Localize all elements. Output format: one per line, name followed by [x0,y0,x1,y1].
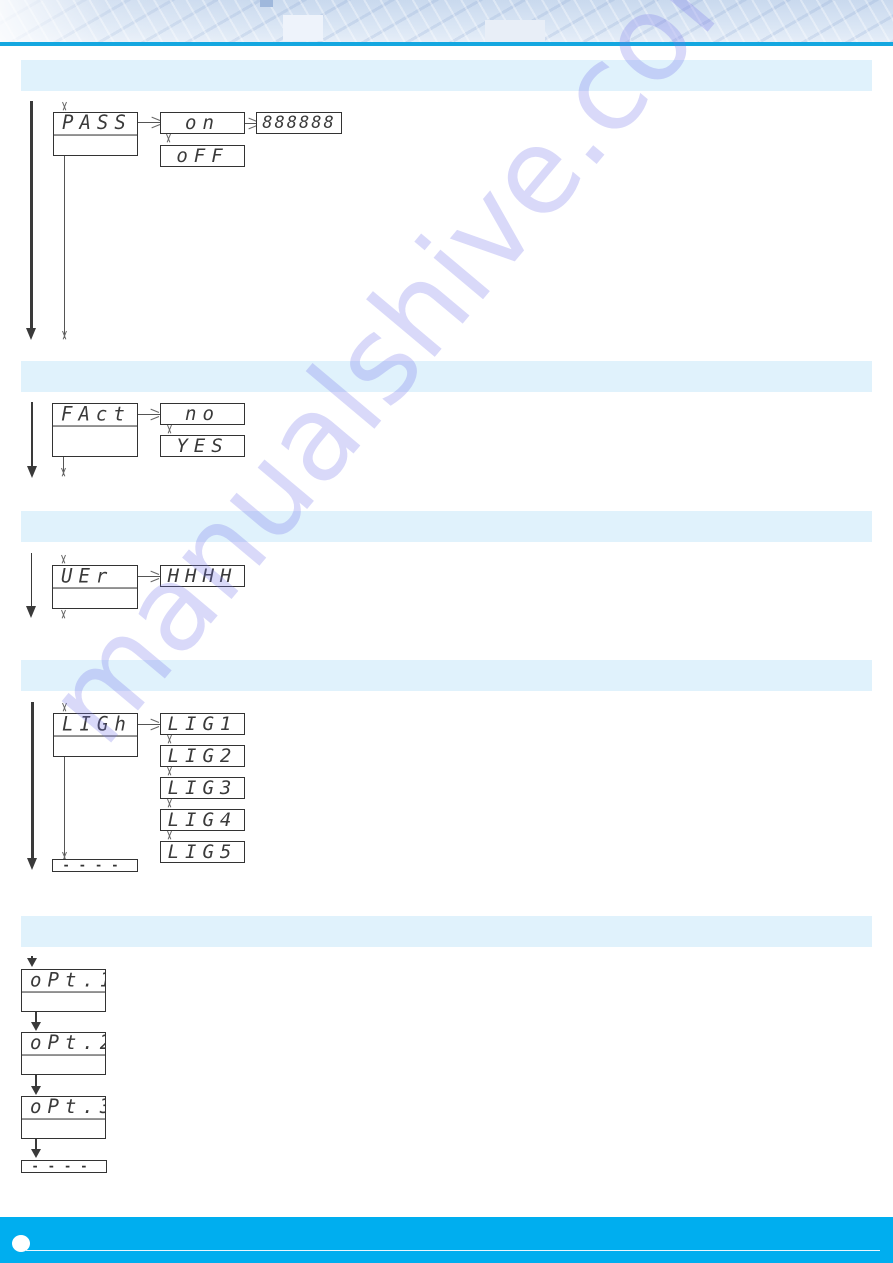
menu-box-light: LIGh [53,713,138,757]
end-marker-light: ---- [52,859,138,872]
password-value-display: 888888 [256,112,342,134]
section-header-password [21,60,872,91]
option-arrow-icon [166,831,173,839]
end-marker-options: ---- [21,1160,107,1173]
header-banner-image [0,0,893,43]
option-lig2: LIG2 [160,745,245,767]
menu-box-option-1: oPt.1 [21,969,106,1012]
branch-arrow-icon [151,573,159,580]
main-flow-line [30,101,33,329]
option-on: on [160,112,245,134]
main-flow-arrow-icon [26,606,36,618]
display-option-2: oPt.2 [22,1032,105,1056]
option-lig1: LIG1 [160,713,245,735]
footer-bar [0,1217,893,1263]
option-arrow-icon [166,735,173,743]
next-arrow-icon [61,331,68,339]
main-flow-line [31,553,32,611]
section-header-factory [21,361,872,392]
display-factory: FAct [53,403,137,427]
display-password: PASS [54,112,137,136]
section-header-options [21,916,872,947]
branch-arrow-icon [151,411,159,418]
menu-box-factory: FAct [52,403,138,457]
entry-arrow-icon [60,555,67,563]
option-off: oFF [160,145,245,167]
header-rule [0,42,893,46]
branch-arrow-icon [151,721,159,728]
menu-box-option-2: oPt.2 [21,1032,106,1075]
option-arrow-icon [31,1086,41,1095]
option-lig3: LIG3 [160,777,245,799]
next-arrow-icon [60,468,67,476]
entry-arrow-icon [61,703,68,711]
option-arrow-icon [166,767,173,775]
section-header-light [21,660,872,691]
option-arrow-icon [166,799,173,807]
menu-box-version: UEr [52,565,138,609]
entry-arrow-icon [61,102,68,110]
main-flow-arrow-icon [26,328,36,340]
option-arrow-icon [166,425,173,433]
option-arrow-icon [31,1022,41,1031]
option-lig4: LIG4 [160,809,245,831]
display-version: UEr [53,565,137,589]
banner-decoration [283,15,323,41]
option-lig5: LIG5 [160,841,245,863]
option-yes: YES [160,435,245,457]
section-header-version [21,511,872,542]
menu-box-option-3: oPt.3 [21,1096,106,1139]
version-value-display: HHHH [160,565,245,587]
branch-arrow-icon [152,119,160,126]
next-flow-line [64,757,65,859]
display-option-3: oPt.3 [22,1096,105,1120]
menu-box-password: PASS [53,112,138,156]
option-arrow-icon [165,134,172,142]
option-no: no [160,403,245,425]
main-flow-line [31,702,34,860]
next-arrow-icon [60,610,67,618]
display-light: LIGh [54,713,137,737]
main-flow-arrow-icon [27,858,37,870]
option-arrow-icon [31,1149,41,1158]
display-option-1: oPt.1 [22,969,105,993]
footer-rule [26,1250,880,1251]
main-flow-line [31,402,33,468]
entry-arrow-icon [27,958,37,967]
banner-decoration [485,20,545,42]
main-flow-arrow-icon [27,466,37,478]
next-flow-line [64,156,65,338]
banner-decoration [260,0,273,7]
